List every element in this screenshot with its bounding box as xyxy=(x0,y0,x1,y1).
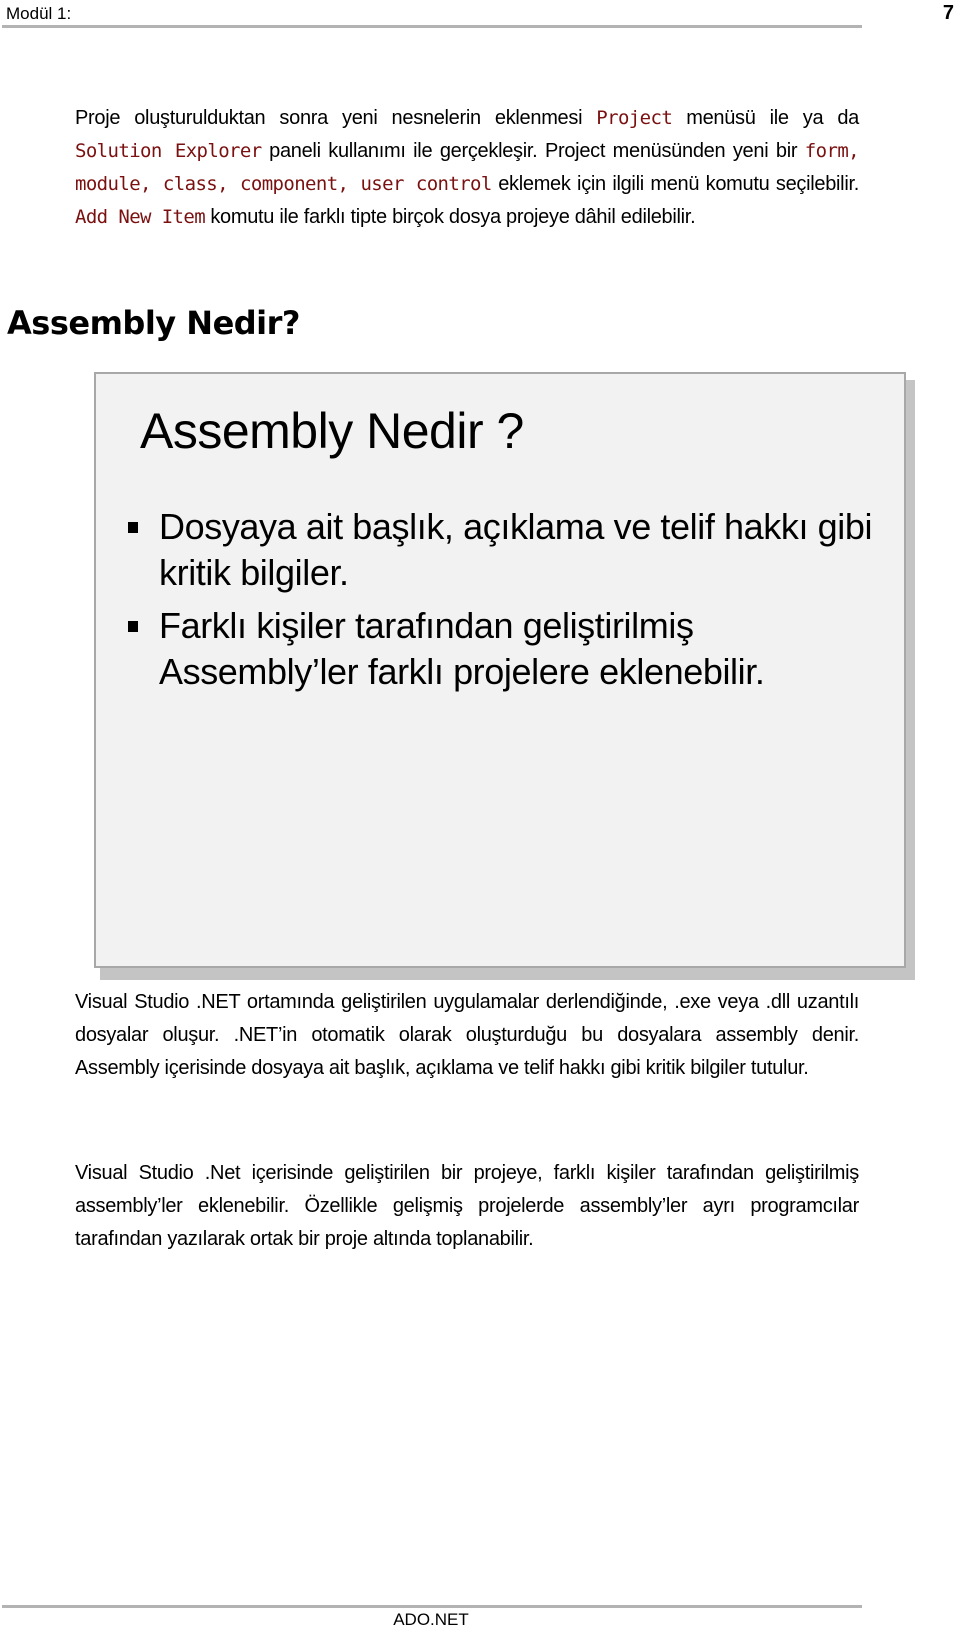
intro-paragraph: Proje oluşturulduktan sonra yeni nesnele… xyxy=(75,102,860,234)
intro-text-5: komutu ile farklı tipte birçok dosya pro… xyxy=(205,206,696,228)
slide-bullet-text: Dosyaya ait başlık, açıklama ve telif ha… xyxy=(159,506,873,593)
intro-text-1: Proje oluşturulduktan sonra yeni nesnele… xyxy=(75,107,597,129)
code-project-menu: Project xyxy=(596,107,673,129)
body-paragraph: Visual Studio .NET ortamında geliştirile… xyxy=(75,991,859,1079)
code-add-new-item: Add New Item xyxy=(75,206,206,228)
footer-divider xyxy=(2,1605,862,1608)
slide-bullet-item: Farklı kişiler tarafından geliştirilmiş … xyxy=(126,603,886,695)
intro-text-3: paneli kullanımı ile gerçekleşir. Projec… xyxy=(261,140,805,162)
slide-bullet-item: Dosyaya ait başlık, açıklama ve telif ha… xyxy=(126,504,886,596)
section-heading: Assembly Nedir? xyxy=(7,304,300,342)
running-header-module: Modül 1: xyxy=(6,4,72,23)
slide-bullet-text: Farklı kişiler tarafından geliştirilmiş … xyxy=(159,605,765,692)
slide-image: Assembly Nedir ? Dosyaya ait başlık, açı… xyxy=(94,372,906,968)
page-number: 7 xyxy=(942,2,954,24)
slide-bullet-list: Dosyaya ait başlık, açıklama ve telif ha… xyxy=(126,504,886,702)
square-bullet-icon xyxy=(128,522,138,533)
body-paragraph: Visual Studio .Net içerisinde geliştiril… xyxy=(75,1162,859,1250)
code-solution-explorer: Solution Explorer xyxy=(75,140,262,162)
header-divider xyxy=(2,25,862,28)
square-bullet-icon xyxy=(128,621,138,632)
slide-title: Assembly Nedir ? xyxy=(140,403,524,459)
intro-text-4: eklemek için ilgili menü komutu seçilebi… xyxy=(491,173,859,195)
running-footer-title: ADO.NET xyxy=(393,1610,469,1629)
intro-text-2: menüsü ile ya da xyxy=(672,107,859,129)
